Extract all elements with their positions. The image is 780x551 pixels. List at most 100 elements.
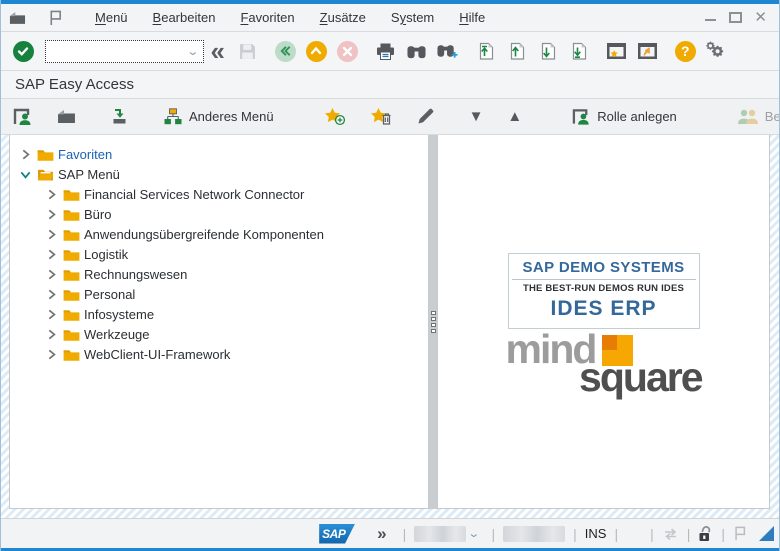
chevron-right-icon[interactable]: [18, 149, 33, 160]
mindsquare-square-icon: [602, 335, 634, 366]
edit-favorite-icon: [418, 108, 433, 124]
menu-item-bearbeiten[interactable]: Bearbeiten: [153, 10, 216, 25]
command-dropdown-icon[interactable]: ⌄: [186, 45, 205, 58]
anderes-menu-label: Anderes Menü: [189, 109, 274, 124]
command-field-wrap: ⌄: [45, 39, 205, 63]
benutzer-zuordnen-label: Benutzer zuordnen: [764, 109, 780, 124]
close-button[interactable]: ✕: [754, 10, 767, 25]
content-area: Favoriten SAP Menü Financial Services Netw…: [1, 135, 779, 518]
move-up-button[interactable]: ▲: [503, 103, 526, 131]
sap-logo: SAP: [319, 523, 356, 544]
chevron-right-icon[interactable]: [44, 309, 59, 320]
minimize-button[interactable]: [704, 12, 717, 23]
print-button[interactable]: [373, 38, 397, 64]
command-field-input[interactable]: [47, 41, 189, 61]
tree-item-b-ro[interactable]: Büro: [10, 204, 428, 224]
performance-icon[interactable]: [662, 527, 679, 541]
sap-gui-window: Menü Bearbeiten Favoriten Zusätze System Hilf…: [0, 0, 780, 551]
chevron-right-icon[interactable]: [44, 269, 59, 280]
statusbar-expand-chevrons-icon[interactable]: »: [377, 524, 386, 544]
create-role-button[interactable]: Rolle anlegen: [568, 103, 681, 131]
statusbar-separator: |: [686, 525, 691, 542]
resize-grip[interactable]: [759, 526, 774, 541]
chevron-right-icon[interactable]: [44, 229, 59, 240]
tree-item-rechnungswesen[interactable]: Rechnungswesen: [10, 264, 428, 284]
create-shortcut-button[interactable]: [635, 38, 659, 64]
titlebar: Menü Bearbeiten Favoriten Zusätze System Hilf…: [1, 4, 779, 32]
collapse-chevrons-icon: ‹‹: [210, 36, 225, 66]
statusbar-separator: |: [614, 525, 619, 542]
maximize-button[interactable]: [729, 12, 743, 23]
sap-menu-box-icon[interactable]: [9, 11, 26, 25]
enter-button[interactable]: [11, 38, 35, 64]
demo-banner-subtitle: THE BEST-RUN DEMOS RUN IDES: [522, 283, 685, 294]
tree-item-infosysteme[interactable]: Infosysteme: [10, 304, 428, 324]
find-next-icon: [437, 45, 458, 58]
gui-flag-icon[interactable]: [48, 10, 63, 26]
chevron-right-icon[interactable]: [44, 349, 59, 360]
move-down-button[interactable]: ▼: [465, 103, 488, 131]
new-session-button[interactable]: [604, 38, 628, 64]
tree-item-sap-men-[interactable]: SAP Menü: [10, 164, 428, 184]
user-menu-button[interactable]: [9, 103, 37, 131]
chevron-right-icon[interactable]: [44, 329, 59, 340]
last-page-button[interactable]: [566, 38, 590, 64]
add-favorite-button[interactable]: [320, 103, 350, 131]
menu-item-favoriten[interactable]: Favoriten: [240, 10, 294, 25]
chevron-right-icon[interactable]: [44, 209, 59, 220]
assign-users-button[interactable]: Benutzer zuordnen: [733, 103, 780, 131]
menu-item-men[interactable]: Menü: [95, 10, 128, 25]
exit-button[interactable]: [304, 38, 328, 64]
statusbar-separator: |: [650, 525, 654, 542]
tree-item-logistik[interactable]: Logistik: [10, 244, 428, 264]
tree-item-personal[interactable]: Personal: [10, 284, 428, 304]
window-controls: ✕: [704, 10, 771, 25]
anderes-menu-button[interactable]: Anderes Menü: [159, 103, 278, 131]
back-button[interactable]: [273, 38, 297, 64]
menu-item-zustze[interactable]: Zusätze: [320, 10, 366, 25]
find-next-button[interactable]: [435, 38, 459, 64]
find-button[interactable]: [404, 38, 428, 64]
sap-menu-button[interactable]: [53, 103, 80, 131]
page-down-button[interactable]: [535, 38, 559, 64]
folder-icon: [63, 208, 80, 221]
help-button[interactable]: ?: [673, 38, 697, 64]
create-shortcut-icon: [637, 43, 657, 59]
menu-item-system[interactable]: System: [391, 10, 434, 25]
tree-item-favoriten[interactable]: Favoriten: [10, 144, 428, 164]
folder-icon: [63, 348, 80, 361]
chevron-right-icon[interactable]: [44, 189, 59, 200]
demo-systems-banner: SAP DEMO SYSTEMS THE BEST-RUN DEMOS RUN …: [507, 253, 700, 329]
page-up-icon: [510, 42, 524, 60]
customize-layout-button[interactable]: [704, 38, 728, 64]
chevron-right-icon[interactable]: [44, 289, 59, 300]
tree-item-financial-services-network-connector[interactable]: Financial Services Network Connector: [10, 184, 428, 204]
dropdown-chevron-icon[interactable]: ⌄: [468, 527, 487, 540]
redacted-server-value: [503, 525, 566, 542]
page-up-button[interactable]: [504, 38, 528, 64]
edit-favorite-button[interactable]: [412, 103, 439, 131]
panel-splitter[interactable]: [429, 135, 437, 509]
folder-icon: [63, 328, 80, 341]
system-info-field[interactable]: ⌄: [414, 525, 483, 542]
tree-item-label: Favoriten: [58, 146, 113, 162]
chevron-down-icon[interactable]: [18, 169, 33, 180]
menu-item-hilfe[interactable]: Hilfe: [459, 10, 485, 25]
demo-banner-title: SAP DEMO SYSTEMS: [511, 259, 696, 280]
tree-item-webclient-ui-framework[interactable]: WebClient-UI-Framework: [10, 344, 428, 364]
folder-icon: [63, 188, 80, 201]
tree-item-anwendungs-bergreifende-komponenten[interactable]: Anwendungsübergreifende Komponenten: [10, 224, 428, 244]
statusbar: SAP » | ⌄ | | INS | | | |: [1, 518, 779, 548]
cancel-button[interactable]: [335, 38, 359, 64]
chevron-right-icon[interactable]: [44, 249, 59, 260]
first-page-button[interactable]: [473, 38, 497, 64]
splitter-grip-icon[interactable]: [430, 311, 436, 333]
gui-shortcut-flag-icon[interactable]: [733, 526, 747, 541]
save-button[interactable]: [235, 38, 259, 64]
tree-item-werkzeuge[interactable]: Werkzeuge: [10, 324, 428, 344]
lock-open-icon[interactable]: [698, 525, 713, 542]
delete-favorite-button[interactable]: [366, 103, 396, 131]
collapse-command-field-button[interactable]: ‹‹: [204, 38, 228, 64]
display-documentation-button[interactable]: [106, 103, 133, 131]
last-page-icon: [572, 42, 586, 60]
